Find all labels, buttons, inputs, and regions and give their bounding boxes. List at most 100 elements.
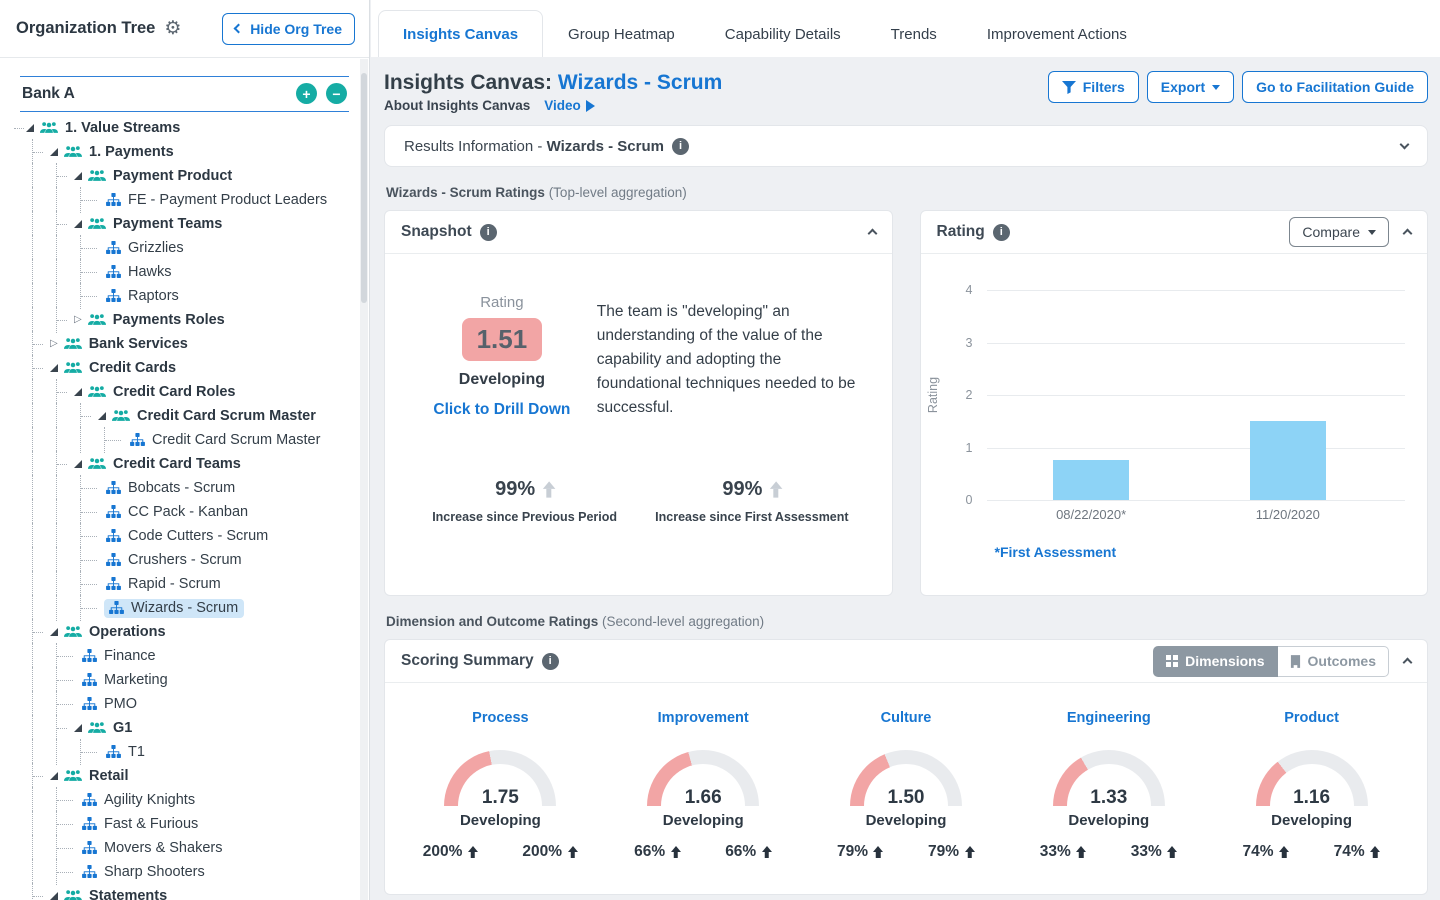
tree-item-agility-knights[interactable]: Agility Knights <box>0 788 369 812</box>
team-icon <box>106 745 121 758</box>
outcomes-toggle-button[interactable]: Outcomes <box>1278 646 1389 677</box>
info-icon[interactable]: i <box>480 224 497 241</box>
dimension-label[interactable]: Process <box>399 710 602 726</box>
tree-item-1-value-streams[interactable]: 1. Value Streams <box>0 116 369 140</box>
hide-org-tree-button[interactable]: Hide Org Tree <box>222 13 355 45</box>
tree-guide-line <box>56 499 57 525</box>
dimension-label[interactable]: Product <box>1210 710 1413 726</box>
scoring-summary-header: Scoring Summary i Dimensions Outcomes <box>385 640 1427 683</box>
expanded-arrow-icon[interactable] <box>98 412 106 420</box>
collapsed-arrow-icon[interactable]: ▷ <box>50 339 58 349</box>
tree-item-bank-services[interactable]: ▷Bank Services <box>0 332 369 356</box>
tree-item-payment-product[interactable]: Payment Product <box>0 164 369 188</box>
tree-item-retail[interactable]: Retail <box>0 764 369 788</box>
info-icon[interactable]: i <box>542 653 559 670</box>
drill-down-link[interactable]: Click to Drill Down <box>411 401 593 419</box>
video-link[interactable]: Video <box>544 98 595 113</box>
gauge-chart: 1.33 <box>1053 750 1165 807</box>
sidebar-scrollbar-thumb[interactable] <box>361 73 367 303</box>
tree-item-fast-furious[interactable]: Fast & Furious <box>0 812 369 836</box>
tree-item-bobcats-scrum[interactable]: Bobcats - Scrum <box>0 476 369 500</box>
info-icon[interactable]: i <box>993 224 1010 241</box>
collapse-chevron-icon[interactable] <box>1403 229 1413 239</box>
facilitation-guide-button[interactable]: Go to Facilitation Guide <box>1242 71 1428 103</box>
group-icon <box>88 169 106 182</box>
tree-guide-line <box>32 451 33 477</box>
tree-item-marketing[interactable]: Marketing <box>0 668 369 692</box>
dimension-label[interactable]: Engineering <box>1007 710 1210 726</box>
expanded-arrow-icon[interactable] <box>50 772 58 780</box>
collapsed-arrow-icon[interactable]: ▷ <box>74 315 82 325</box>
expanded-arrow-icon[interactable] <box>50 148 58 156</box>
tree-item-payment-teams[interactable]: Payment Teams <box>0 212 369 236</box>
gear-icon[interactable]: ⚙ <box>164 19 181 38</box>
tree-item-finance[interactable]: Finance <box>0 644 369 668</box>
tree-item-sharp-shooters[interactable]: Sharp Shooters <box>0 860 369 884</box>
tab-insights-canvas[interactable]: Insights Canvas <box>378 10 543 57</box>
tree-item-t1[interactable]: T1 <box>0 740 369 764</box>
expanded-arrow-icon[interactable] <box>74 724 82 732</box>
tree-item-operations[interactable]: Operations <box>0 620 369 644</box>
tree-guide-line <box>32 235 33 261</box>
tree-item-credit-card-scrum-master[interactable]: Credit Card Scrum Master <box>0 404 369 428</box>
expanded-arrow-icon[interactable] <box>74 220 82 228</box>
tree-item-fe-payment-product-leaders[interactable]: FE - Payment Product Leaders <box>0 188 369 212</box>
tree-item-credit-card-roles[interactable]: Credit Card Roles <box>0 380 369 404</box>
first-assessment-link[interactable]: *First Assessment <box>995 544 1117 560</box>
tree-item-g1[interactable]: G1 <box>0 716 369 740</box>
gauge-changes: 200%200% <box>399 843 602 861</box>
collapse-chevron-icon[interactable] <box>867 229 877 239</box>
dimensions-toggle-button[interactable]: Dimensions <box>1153 646 1277 677</box>
expanded-arrow-icon[interactable] <box>74 388 82 396</box>
tree-item-credit-card-teams[interactable]: Credit Card Teams <box>0 452 369 476</box>
org-tree: 1. Value Streams1. PaymentsPayment Produ… <box>0 116 369 900</box>
expanded-arrow-icon[interactable] <box>50 628 58 636</box>
dimension-label[interactable]: Improvement <box>602 710 805 726</box>
change-since-first: 66% <box>725 843 772 861</box>
expand-all-button[interactable]: + <box>296 83 317 104</box>
tree-item-pmo[interactable]: PMO <box>0 692 369 716</box>
expanded-arrow-icon[interactable] <box>74 460 82 468</box>
tree-item-payments-roles[interactable]: ▷Payments Roles <box>0 308 369 332</box>
tab-group-heatmap[interactable]: Group Heatmap <box>543 10 700 57</box>
page-title-team[interactable]: Wizards - Scrum <box>558 71 722 94</box>
filters-button[interactable]: Filters <box>1048 71 1139 103</box>
group-icon <box>88 457 106 470</box>
tree-item-1-payments[interactable]: 1. Payments <box>0 140 369 164</box>
tree-item-wizards-scrum[interactable]: Wizards - Scrum <box>0 596 369 620</box>
chevron-down-icon[interactable] <box>1400 140 1410 150</box>
expanded-arrow-icon[interactable] <box>26 124 34 132</box>
tree-guide-line <box>32 811 33 837</box>
tree-connector <box>57 704 73 705</box>
tab-trends[interactable]: Trends <box>866 10 962 57</box>
tree-item-cc-pack-kanban[interactable]: CC Pack - Kanban <box>0 500 369 524</box>
tree-connector <box>81 272 97 273</box>
tab-capability-details[interactable]: Capability Details <box>700 10 866 57</box>
tree-item-statements[interactable]: Statements <box>0 884 369 900</box>
org-tree-panel: Organization Tree ⚙ Hide Org Tree Bank A… <box>0 0 370 900</box>
export-button[interactable]: Export <box>1147 71 1234 103</box>
sidebar-scrollbar[interactable] <box>360 59 368 900</box>
tree-item-grizzlies[interactable]: Grizzlies <box>0 236 369 260</box>
tree-item-crushers-scrum[interactable]: Crushers - Scrum <box>0 548 369 572</box>
compare-button[interactable]: Compare <box>1289 217 1389 247</box>
tree-item-code-cutters-scrum[interactable]: Code Cutters - Scrum <box>0 524 369 548</box>
org-root-label[interactable]: Bank A <box>22 85 75 103</box>
team-icon <box>106 553 121 566</box>
collapse-all-button[interactable]: − <box>326 83 347 104</box>
tree-item-hawks[interactable]: Hawks <box>0 260 369 284</box>
tree-guide-line <box>56 475 57 501</box>
tree-item-movers-shakers[interactable]: Movers & Shakers <box>0 836 369 860</box>
expanded-arrow-icon[interactable] <box>74 172 82 180</box>
dimension-label[interactable]: Culture <box>805 710 1008 726</box>
collapse-chevron-icon[interactable] <box>1403 658 1413 668</box>
tab-improvement-actions[interactable]: Improvement Actions <box>962 10 1152 57</box>
tree-item-credit-cards[interactable]: Credit Cards <box>0 356 369 380</box>
info-icon[interactable]: i <box>672 138 689 155</box>
expanded-arrow-icon[interactable] <box>50 892 58 900</box>
expanded-arrow-icon[interactable] <box>50 364 58 372</box>
tree-item-rapid-scrum[interactable]: Rapid - Scrum <box>0 572 369 596</box>
tree-item-credit-card-scrum-master[interactable]: Credit Card Scrum Master <box>0 428 369 452</box>
tree-item-raptors[interactable]: Raptors <box>0 284 369 308</box>
results-information-bar[interactable]: Results Information - Wizards - Scrum i <box>384 125 1428 167</box>
